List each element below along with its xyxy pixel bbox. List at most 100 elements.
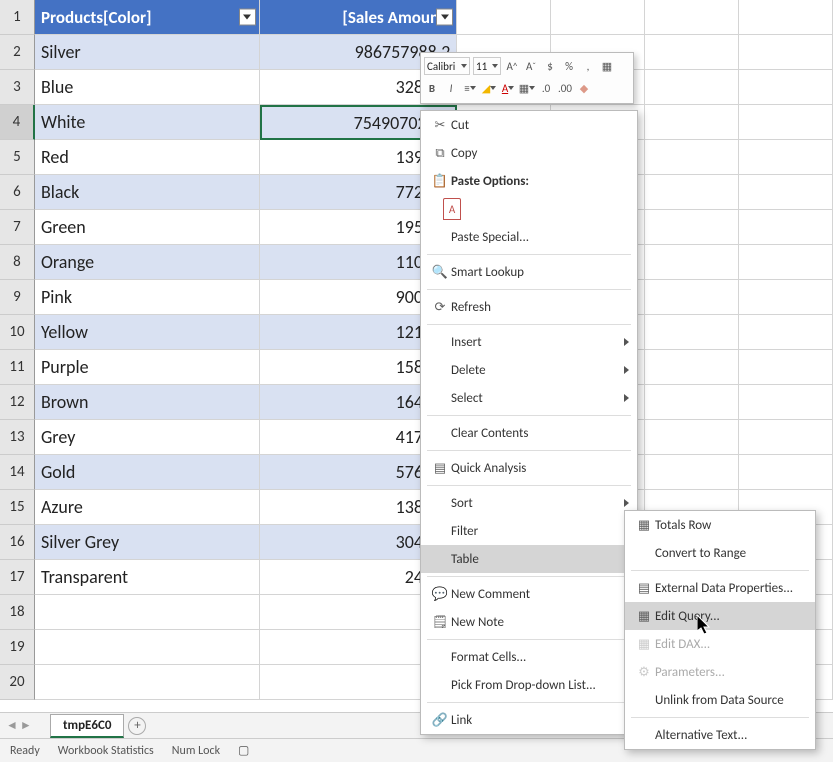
submenu-edit-query[interactable]: ▦Edit Query... [625, 602, 815, 630]
row-header[interactable]: 19 [0, 630, 35, 665]
table-cell[interactable]: Pink [35, 280, 260, 315]
table-cell[interactable]: Transparent [35, 560, 260, 595]
add-sheet-button[interactable]: + [128, 717, 146, 735]
menu-format-cells[interactable]: Format Cells... [421, 643, 637, 671]
table-cell[interactable]: Brown [35, 385, 260, 420]
menu-new-comment[interactable]: 💬New Comment [421, 580, 637, 608]
row-header[interactable]: 8 [0, 245, 35, 280]
row-header[interactable]: 7 [0, 210, 35, 245]
submenu-alt-text[interactable]: Alternative Text... [625, 721, 815, 749]
menu-new-note[interactable]: 🗒New Note [421, 608, 637, 636]
table-cell[interactable]: Black [35, 175, 260, 210]
menu-select[interactable]: Select [421, 384, 637, 412]
increase-font-icon[interactable]: A^ [504, 58, 520, 74]
row-header[interactable]: 12 [0, 385, 35, 420]
row-header[interactable]: 14 [0, 455, 35, 490]
filter-dropdown-icon[interactable] [239, 9, 256, 26]
row-header[interactable]: 17 [0, 560, 35, 595]
menu-link[interactable]: 🔗Link [421, 706, 637, 734]
table-cell[interactable]: Red [35, 140, 260, 175]
table-cell[interactable]: Silver [35, 35, 260, 70]
align-icon[interactable]: ≡ [462, 80, 478, 96]
status-workbook-stats[interactable]: Workbook Statistics [58, 744, 154, 758]
borders-icon[interactable]: ▦ [519, 80, 535, 96]
menu-filter[interactable]: Filter [421, 517, 637, 545]
table-cell[interactable]: Blue [35, 70, 260, 105]
menu-smart-lookup[interactable]: 🔍Smart Lookup [421, 258, 637, 286]
table-cell[interactable]: Orange [35, 245, 260, 280]
fill-color-icon[interactable]: ◢ [481, 80, 497, 96]
row-header[interactable]: 15 [0, 490, 35, 525]
table-cell[interactable]: White [35, 105, 260, 140]
menu-refresh[interactable]: ⟳Refresh [421, 293, 637, 321]
menu-paste-options[interactable]: 📋Paste Options: [421, 167, 637, 195]
empty-cell[interactable] [739, 0, 833, 35]
bold-icon[interactable]: B [424, 80, 440, 96]
decrement-decimal-icon[interactable]: .0 [538, 80, 554, 96]
empty-cell[interactable] [457, 0, 551, 35]
sheet-nav-arrows[interactable]: ◄► [6, 718, 32, 733]
row-header[interactable]: 13 [0, 420, 35, 455]
row-header[interactable]: 6 [0, 175, 35, 210]
font-color-icon[interactable]: A [500, 80, 516, 96]
table-cell[interactable]: Silver Grey [35, 525, 260, 560]
font-size-selector[interactable]: 11 [473, 57, 501, 75]
comma-icon[interactable]: , [580, 58, 596, 74]
row-header[interactable]: 2 [0, 35, 35, 70]
menu-pick-from-list[interactable]: Pick From Drop-down List... [421, 671, 637, 699]
menu-table[interactable]: Table [421, 545, 637, 573]
submenu-parameters: ⚙Parameters... [625, 658, 815, 686]
empty-cell[interactable] [35, 630, 260, 665]
row-header[interactable]: 9 [0, 280, 35, 315]
menu-copy[interactable]: ⧉Copy [421, 139, 637, 167]
chevron-right-icon [624, 394, 629, 402]
row-header[interactable]: 20 [0, 665, 35, 700]
column-header-sales[interactable]: [Sales Amount] [260, 0, 458, 35]
row-header[interactable]: 18 [0, 595, 35, 630]
increment-decimal-icon[interactable]: .00 [557, 80, 573, 96]
font-selector[interactable]: Calibri [424, 57, 470, 75]
submenu-convert-to-range[interactable]: Convert to Range [625, 539, 815, 567]
menu-cut[interactable]: ✂Cut [421, 111, 637, 139]
row-header[interactable]: 3 [0, 70, 35, 105]
decrease-font-icon[interactable]: Aˇ [523, 58, 539, 74]
table-cell[interactable]: Grey [35, 420, 260, 455]
row-header[interactable]: 5 [0, 140, 35, 175]
table-cell[interactable]: Yellow [35, 315, 260, 350]
paste-option-values-icon[interactable]: A [443, 198, 461, 220]
table-cell[interactable]: Gold [35, 455, 260, 490]
menu-sort[interactable]: Sort [421, 489, 637, 517]
menu-delete[interactable]: Delete [421, 356, 637, 384]
menu-insert[interactable]: Insert [421, 328, 637, 356]
record-macro-icon[interactable]: ▢ [238, 743, 249, 758]
empty-cell[interactable] [35, 595, 260, 630]
sheet-tab[interactable]: tmpE6C0 [50, 714, 124, 738]
menu-paste-special[interactable]: Paste Special... [421, 223, 637, 251]
percent-icon[interactable]: % [561, 58, 577, 74]
clear-format-icon[interactable]: ◆ [576, 80, 592, 96]
italic-icon[interactable]: I [443, 80, 459, 96]
row-header[interactable]: 10 [0, 315, 35, 350]
currency-icon[interactable]: $ [542, 58, 558, 74]
menu-quick-analysis[interactable]: ▤Quick Analysis [421, 454, 637, 482]
table-cell[interactable]: Azure [35, 490, 260, 525]
column-header-label: Products[Color] [41, 7, 152, 28]
submenu-totals-row[interactable]: ▦Totals Row [625, 511, 815, 539]
row-header-1[interactable]: 1 [0, 0, 35, 35]
submenu-external-data[interactable]: ▤External Data Properties... [625, 574, 815, 602]
row-header[interactable]: 16 [0, 525, 35, 560]
table-cell[interactable]: Green [35, 210, 260, 245]
empty-cell[interactable] [35, 665, 260, 700]
format-painter-icon[interactable]: ▦ [599, 58, 615, 74]
dax-icon: ▦ [633, 637, 655, 652]
menu-clear-contents[interactable]: Clear Contents [421, 419, 637, 447]
submenu-unlink[interactable]: Unlink from Data Source [625, 686, 815, 714]
row-header[interactable]: 11 [0, 350, 35, 385]
column-header-color[interactable]: Products[Color] [35, 0, 260, 35]
table-cell[interactable]: Purple [35, 350, 260, 385]
empty-cell[interactable] [645, 0, 739, 35]
filter-dropdown-icon[interactable] [436, 9, 453, 26]
row-header[interactable]: 4 [0, 105, 35, 140]
empty-cell[interactable] [551, 0, 645, 35]
context-menu: ✂Cut ⧉Copy 📋Paste Options: A Paste Speci… [420, 110, 638, 735]
